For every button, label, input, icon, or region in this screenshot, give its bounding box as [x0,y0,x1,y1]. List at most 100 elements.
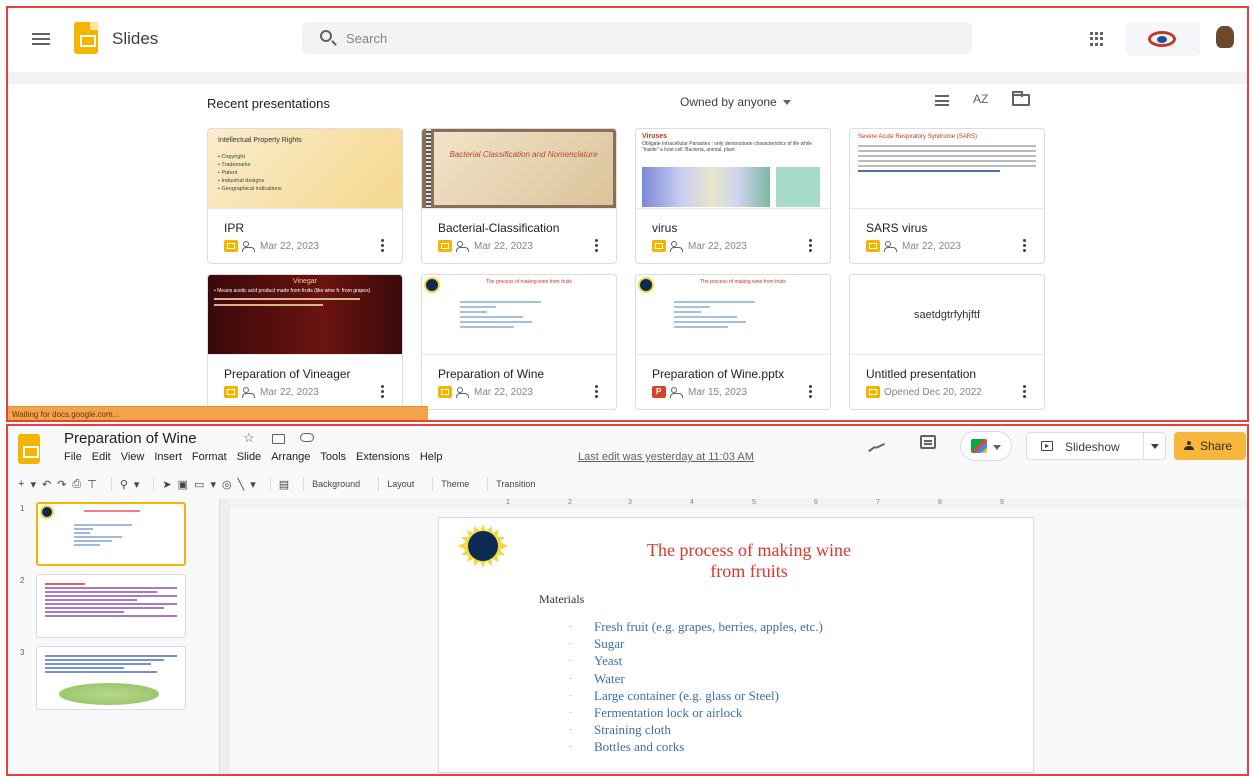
slides-home-icon[interactable] [18,434,40,464]
undo-icon[interactable]: ↶ [42,475,51,493]
menu-format[interactable]: Format [192,451,227,463]
transition-button[interactable]: Transition [496,479,535,489]
presentation-name[interactable]: SARS virus [866,221,927,235]
presentation-thumbnail[interactable]: saetdgtrfyhjftf [850,275,1044,355]
paint-format-icon[interactable]: ⊤ [87,475,97,493]
materials-label[interactable]: Materials [539,592,584,607]
comment-history-icon[interactable] [920,435,936,449]
presentation-card[interactable]: Viruses Obligate Intracellular Parasites… [635,128,831,264]
ruler-mark: 8 [938,499,942,506]
slide-canvas[interactable]: The process of making wine from fruits M… [438,517,1034,773]
slide-number: 1 [20,504,25,513]
menu-tools[interactable]: Tools [320,451,346,463]
presentation-name[interactable]: Preparation of Wine.pptx [652,367,784,381]
text-box-icon[interactable]: ▣ [178,475,188,493]
slides-logo-icon[interactable] [74,22,98,54]
new-slide-icon[interactable]: + [18,475,24,493]
presentation-thumbnail[interactable]: Severe Acute Respiratory Syndrome (SARS) [850,129,1044,209]
presentation-card[interactable]: saetdgtrfyhjftf Untitled presentation Op… [849,274,1045,410]
search-icon[interactable] [320,30,332,42]
main-menu-icon[interactable] [32,33,50,45]
menu-help[interactable]: Help [420,451,443,463]
sort-az-icon[interactable]: AZ [973,92,988,106]
sun-icon[interactable] [451,524,515,568]
presentation-name[interactable]: IPR [224,221,244,235]
star-icon[interactable]: ☆ [243,430,255,446]
menu-slide[interactable]: Slide [237,451,261,463]
owner-filter-dropdown[interactable]: Owned by anyone [680,95,791,109]
list-view-icon[interactable] [935,95,949,106]
document-title[interactable]: Preparation of Wine [64,430,197,447]
menu-arrange[interactable]: Arrange [271,451,310,463]
image-chevron-icon[interactable]: ▾ [210,475,216,493]
presentation-name[interactable]: Preparation of Vineager [224,367,351,381]
presentation-card[interactable]: Intellectual Property Rights • Copyright… [207,128,403,264]
meet-button[interactable] [960,431,1012,461]
more-options-icon[interactable] [809,385,812,398]
google-apps-icon[interactable] [1090,32,1104,46]
print-icon[interactable]: ⎙ [72,475,81,493]
account-avatar[interactable] [1216,26,1234,48]
presentation-card[interactable]: Bacterial Classification and Nomenclatur… [421,128,617,264]
redo-icon[interactable]: ↷ [57,475,66,493]
presentation-thumbnail[interactable]: The process of making wine from fruits [636,275,830,355]
slide-thumbnail-2[interactable] [36,574,186,638]
move-to-folder-icon[interactable] [272,434,285,444]
presentation-name[interactable]: Untitled presentation [866,367,976,381]
menu-edit[interactable]: Edit [92,451,111,463]
share-button[interactable]: Share [1174,432,1246,460]
new-slide-chevron-icon[interactable]: ▾ [30,475,36,493]
more-options-icon[interactable] [595,385,598,398]
select-cursor-icon[interactable]: ➤ [162,475,171,493]
slideshow-options-chevron-icon[interactable] [1151,444,1159,449]
presentation-thumbnail[interactable]: Bacterial Classification and Nomenclatur… [422,129,616,209]
more-options-icon[interactable] [381,385,384,398]
background-button[interactable]: Background [312,479,360,489]
more-options-icon[interactable] [809,239,812,252]
theme-button[interactable]: Theme [441,479,469,489]
zoom-icon[interactable]: ⚲ [120,475,128,493]
menu-insert[interactable]: Insert [154,451,182,463]
more-options-icon[interactable] [1023,385,1026,398]
thumbnail-bullet: • Geographical indications [218,186,282,192]
line-chevron-icon[interactable]: ▾ [250,475,256,493]
slide-title[interactable]: The process of making wine from fruits [569,540,929,582]
last-edit-link[interactable]: Last edit was yesterday at 11:03 AM [578,451,754,463]
more-options-icon[interactable] [381,239,384,252]
presentation-thumbnail[interactable]: The process of making wine from fruits [422,275,616,355]
presentation-name[interactable]: Bacterial-Classification [438,221,559,235]
more-options-icon[interactable] [1023,239,1026,252]
file-picker-folder-icon[interactable] [1012,91,1030,106]
menu-view[interactable]: View [121,451,145,463]
slide-thumbnail-3[interactable] [36,646,186,710]
line-icon[interactable]: ╲ [238,475,245,493]
search-input[interactable] [346,28,846,48]
shape-icon[interactable]: ◎ [222,475,232,493]
list-item: Water [569,670,823,687]
organization-logo[interactable] [1126,22,1200,56]
presentation-date: Mar 22, 2023 [260,386,319,398]
presentation-thumbnail[interactable]: Viruses Obligate Intracellular Parasites… [636,129,830,209]
menu-file[interactable]: File [64,451,82,463]
slideshow-button[interactable]: Slideshow [1026,432,1166,460]
zoom-chevron-icon[interactable]: ▾ [134,475,140,493]
presentation-card[interactable]: Severe Acute Respiratory Syndrome (SARS)… [849,128,1045,264]
menu-extensions[interactable]: Extensions [356,451,410,463]
presentation-card[interactable]: The process of making wine from fruits P… [421,274,617,410]
search-bar[interactable] [302,22,972,54]
presentation-thumbnail[interactable]: Intellectual Property Rights • Copyright… [208,129,402,209]
presentation-name[interactable]: virus [652,221,677,235]
presentation-card[interactable]: The process of making wine from fruits P… [635,274,831,410]
insert-image-icon[interactable]: ▭ [194,475,204,493]
comment-add-icon[interactable]: ▤ [279,475,289,493]
presentation-card[interactable]: Vinegar • Means acetic acid product made… [207,274,403,410]
presentation-thumbnail[interactable]: Vinegar • Means acetic acid product made… [208,275,402,355]
layout-button[interactable]: Layout [387,479,414,489]
activity-dashboard-icon[interactable] [868,442,886,452]
slide-title-line: from fruits [710,561,788,581]
more-options-icon[interactable] [595,239,598,252]
materials-list[interactable]: Fresh fruit (e.g. grapes, berries, apple… [569,618,823,756]
cloud-saved-icon[interactable] [300,433,314,442]
presentation-name[interactable]: Preparation of Wine [438,367,544,381]
slide-thumbnail-1[interactable] [36,502,186,566]
